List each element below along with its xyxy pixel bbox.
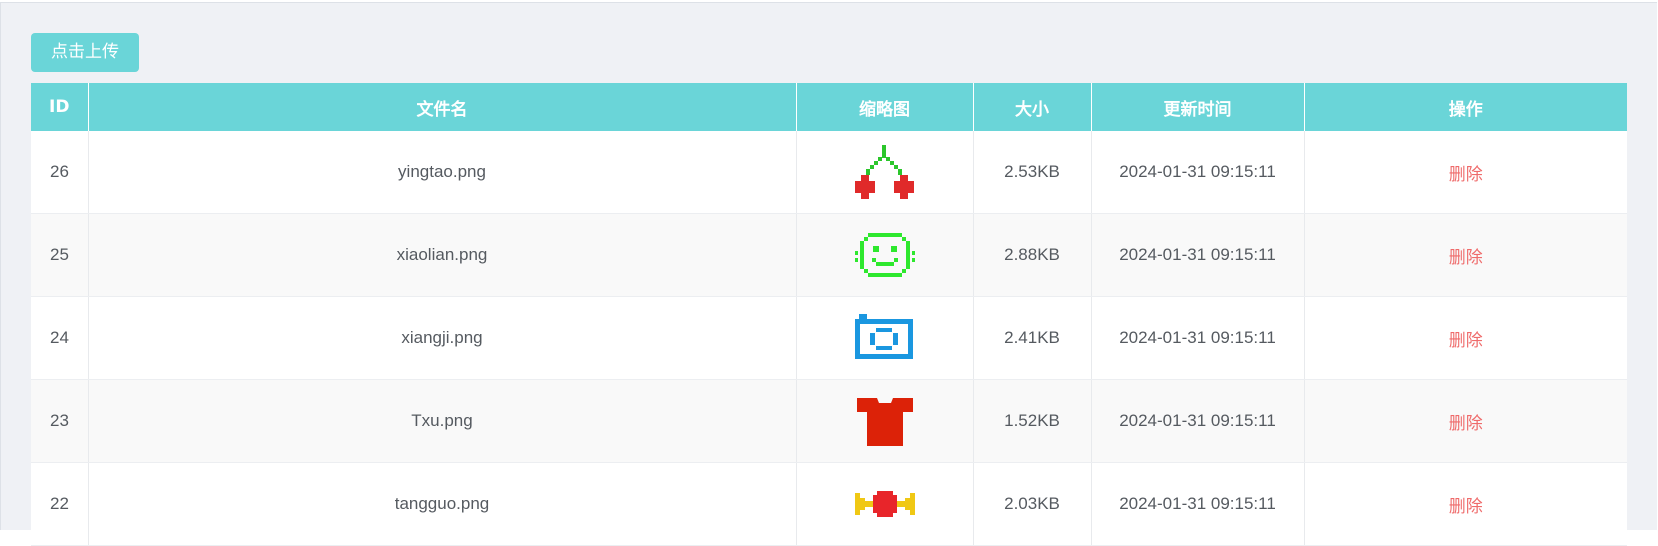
candy-icon: [854, 491, 915, 517]
column-header-size: 大小: [973, 83, 1092, 131]
cell-size: 2.41KB: [973, 296, 1092, 380]
table-row: 25 xiaolian.png 2.88KB 2024-01-31 09:15:…: [31, 213, 1627, 297]
column-header-thumbnail: 缩略图: [796, 83, 974, 131]
cell-actions: 删除: [1304, 296, 1627, 380]
cell-filename: tangguo.png: [88, 462, 797, 546]
cell-actions: 删除: [1304, 379, 1627, 463]
t-shirt-icon: [856, 398, 913, 446]
column-header-updated: 更新时间: [1091, 83, 1305, 131]
column-header-filename: 文件名: [88, 83, 797, 131]
cell-size: 2.53KB: [973, 131, 1092, 214]
cell-filename: xiaolian.png: [88, 213, 797, 297]
cherry-icon: [854, 145, 914, 199]
cell-size: 2.03KB: [973, 462, 1092, 546]
cell-thumbnail: [796, 296, 974, 380]
camera-icon: [854, 314, 913, 359]
table-header-row: ID 文件名 缩略图 大小 更新时间 操作: [31, 83, 1627, 131]
delete-link[interactable]: 删除: [1449, 165, 1483, 185]
column-header-actions: 操作: [1304, 83, 1627, 131]
cell-thumbnail: [796, 213, 974, 297]
delete-link[interactable]: 删除: [1449, 248, 1483, 268]
smiley-face-icon: [854, 233, 915, 277]
cell-filename: Txu.png: [88, 379, 797, 463]
cell-filename: xiangji.png: [88, 296, 797, 380]
cell-id: 22: [31, 462, 89, 546]
file-table: ID 文件名 缩略图 大小 更新时间 操作 26 yingtao.png 2.5…: [31, 83, 1627, 546]
cell-actions: 删除: [1304, 213, 1627, 297]
table-row: 23 Txu.png 1.52KB 2024-01-31 09:15:11 删除: [31, 379, 1627, 463]
cell-thumbnail: [796, 131, 974, 214]
column-header-id: ID: [31, 83, 89, 131]
cell-id: 26: [31, 131, 89, 214]
cell-id: 24: [31, 296, 89, 380]
delete-link[interactable]: 删除: [1449, 497, 1483, 517]
table-row: 26 yingtao.png 2.53KB 2024-01-31 09:15:1…: [31, 131, 1627, 214]
cell-size: 1.52KB: [973, 379, 1092, 463]
cell-filename: yingtao.png: [88, 131, 797, 214]
upload-button[interactable]: 点击上传: [31, 33, 139, 72]
cell-updated: 2024-01-31 09:15:11: [1091, 296, 1305, 380]
cell-updated: 2024-01-31 09:15:11: [1091, 379, 1305, 463]
cell-actions: 删除: [1304, 462, 1627, 546]
cell-thumbnail: [796, 379, 974, 463]
cell-updated: 2024-01-31 09:15:11: [1091, 462, 1305, 546]
table-row: 24 xiangji.png 2.41KB 2024-01-31 09:15:1…: [31, 296, 1627, 380]
cell-id: 25: [31, 213, 89, 297]
table-row: 22 tangguo.png 2.03KB 2024-01-31 09:15:1…: [31, 462, 1627, 546]
cell-size: 2.88KB: [973, 213, 1092, 297]
content-panel: 点击上传 ID 文件名 缩略图 大小 更新时间 操作 26 yingtao.pn…: [0, 2, 1657, 546]
delete-link[interactable]: 删除: [1449, 414, 1483, 434]
cell-updated: 2024-01-31 09:15:11: [1091, 131, 1305, 214]
delete-link[interactable]: 删除: [1449, 331, 1483, 351]
cell-updated: 2024-01-31 09:15:11: [1091, 213, 1305, 297]
cell-id: 23: [31, 379, 89, 463]
cell-actions: 删除: [1304, 131, 1627, 214]
cell-thumbnail: [796, 462, 974, 546]
